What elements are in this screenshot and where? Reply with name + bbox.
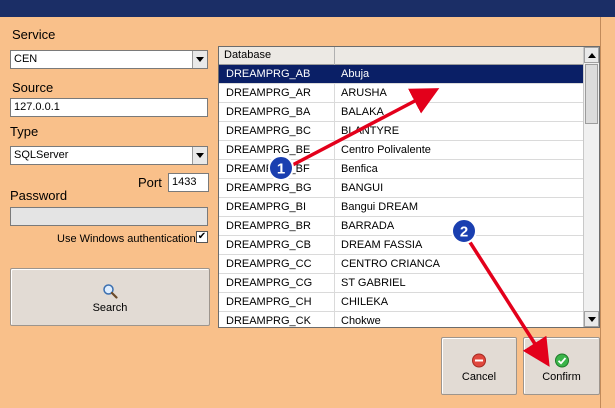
database-cell: DREAMPRG_BR [221, 217, 335, 235]
database-grid[interactable]: Database DREAMPRG_AB Abuja DREAMPRG_AR ARUS… [218, 46, 600, 328]
windows-auth-label: Use Windows authentication [57, 233, 196, 245]
table-row[interactable]: DREAMPRG_CC CENTRO CRIANCA [219, 255, 583, 274]
cancel-button[interactable]: Cancel [441, 337, 517, 395]
red-circle-icon [472, 353, 486, 368]
center-name-cell: DREAM FASSIA [341, 239, 423, 251]
table-row[interactable]: DREAMPRG_BI Bangui DREAM [219, 198, 583, 217]
center-name-cell: CHILEKA [341, 296, 389, 308]
center-name-cell: BARRADA [341, 220, 395, 232]
center-name-cell: BALAKA [341, 106, 384, 118]
type-combo[interactable]: SQLServer [10, 146, 208, 165]
port-label: Port [138, 175, 162, 190]
table-row[interactable]: DREAMPRG_CG ST GABRIEL [219, 274, 583, 293]
scroll-up-icon[interactable] [584, 47, 599, 63]
column-header-database[interactable]: Database [219, 47, 335, 65]
grid-rows: DREAMPRG_AB Abuja DREAMPRG_AR ARUSHA DREAMPR… [219, 65, 583, 327]
table-row[interactable]: DREAMPRG_BG BANGUI [219, 179, 583, 198]
source-input[interactable]: 127.0.0.1 [10, 98, 208, 117]
type-value: SQLServer [14, 149, 69, 161]
confirm-button[interactable]: Confirm [523, 337, 600, 395]
magnifier-icon [103, 284, 118, 299]
database-cell: DREAMPRG_BF [221, 160, 335, 178]
center-name-cell: BLANTYRE [341, 125, 400, 137]
chevron-down-icon[interactable] [192, 147, 207, 164]
database-cell: DREAMPRG_CC [221, 255, 335, 273]
column-header-name[interactable] [335, 47, 583, 65]
table-row[interactable]: DREAMPRG_BA BALAKA [219, 103, 583, 122]
password-label: Password [10, 188, 68, 203]
vertical-scrollbar[interactable] [583, 47, 599, 327]
window-edge [600, 17, 615, 408]
center-name-cell: BANGUI [341, 182, 384, 194]
database-cell: DREAMPRG_BG [221, 179, 335, 197]
scroll-thumb[interactable] [585, 64, 598, 124]
center-name-cell: ST GABRIEL [341, 277, 406, 289]
type-label: Type [10, 124, 39, 139]
table-row[interactable]: DREAMPRG_AR ARUSHA [219, 84, 583, 103]
chevron-down-icon[interactable] [192, 51, 207, 68]
database-cell: DREAMPRG_BI [221, 198, 335, 216]
database-cell: DREAMPRG_BA [221, 103, 335, 121]
port-input[interactable]: 1433 [168, 173, 209, 192]
database-cell: DREAMPRG_CG [221, 274, 335, 292]
table-row[interactable]: DREAMPRG_AB Abuja [219, 65, 583, 84]
database-cell: DREAMPRG_CK [221, 312, 335, 327]
center-name-cell: Centro Polivalente [341, 144, 431, 156]
center-name-cell: Chokwe [341, 315, 381, 327]
database-cell: DREAMPRG_AB [221, 65, 335, 83]
title-bar [0, 0, 615, 17]
database-cell: DREAMPRG_CH [221, 293, 335, 311]
center-name-cell: Benfica [341, 163, 378, 175]
database-cell: DREAMPRG_AR [221, 84, 335, 102]
table-row[interactable]: DREAMPRG_BC BLANTYRE [219, 122, 583, 141]
table-row[interactable]: DREAMPRG_BR BARRADA [219, 217, 583, 236]
service-value: CEN [14, 53, 38, 65]
source-label: Source [12, 80, 54, 95]
confirm-button-label: Confirm [542, 371, 581, 383]
service-label: Service [12, 27, 56, 42]
table-row[interactable]: DREAMPRG_CH CHILEKA [219, 293, 583, 312]
database-cell: DREAMPRG_BC [221, 122, 335, 140]
table-row[interactable]: DREAMPRG_BE Centro Polivalente [219, 141, 583, 160]
database-cell: DREAMPRG_BE [221, 141, 335, 159]
service-combo[interactable]: CEN [10, 50, 208, 69]
windows-auth-checkbox[interactable]: ✔ [196, 231, 208, 243]
table-row[interactable]: DREAMPRG_CK Chokwe [219, 312, 583, 327]
center-name-cell: ARUSHA [341, 87, 387, 99]
password-input[interactable] [10, 207, 208, 226]
search-button[interactable]: Search [10, 268, 210, 326]
cancel-button-label: Cancel [461, 371, 497, 383]
table-row[interactable]: DREAMPRG_BF Benfica [219, 160, 583, 179]
scroll-down-icon[interactable] [584, 311, 599, 327]
center-name-cell: CENTRO CRIANCA [341, 258, 441, 270]
green-check-icon [554, 353, 569, 368]
center-name-cell: Abuja [341, 68, 370, 80]
center-name-cell: Bangui DREAM [341, 201, 419, 213]
table-row[interactable]: DREAMPRG_CB DREAM FASSIA [219, 236, 583, 255]
grid-header: Database [219, 47, 583, 65]
search-button-label: Search [92, 302, 128, 314]
database-cell: DREAMPRG_CB [221, 236, 335, 254]
